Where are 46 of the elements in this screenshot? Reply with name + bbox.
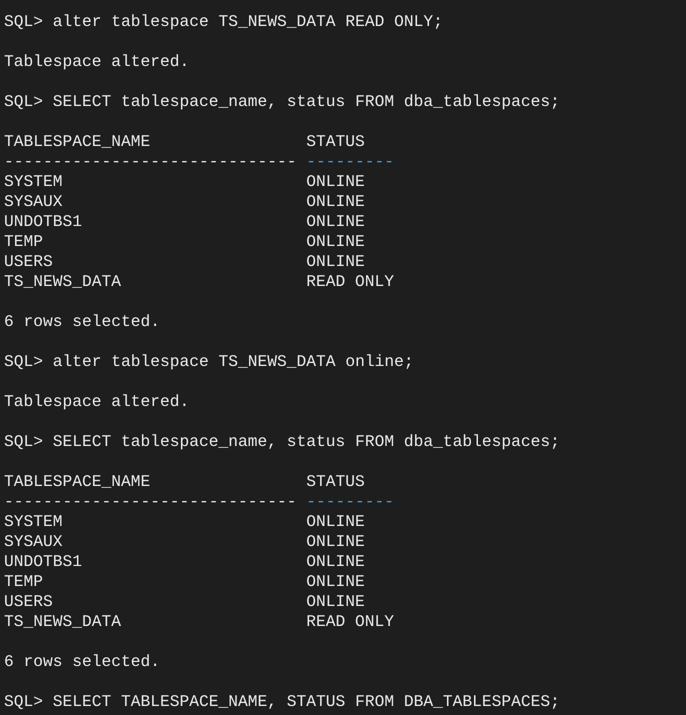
table-cell: TEMP — [4, 572, 44, 592]
ruler-line: ------------------------------ — [4, 492, 297, 512]
table-cell: USERS — [4, 252, 53, 272]
sql-prompt: SQL> — [4, 12, 44, 32]
table-cell: SYSTEM — [4, 512, 63, 532]
table-cell: ONLINE — [306, 212, 365, 232]
table-cell: READ ONLY — [306, 612, 394, 632]
ruler-line: --------- — [306, 152, 394, 172]
table-cell: SYSAUX — [4, 532, 63, 552]
command-line: SELECT tablespace_name, status FROM dba_tablespaces; — [52, 92, 560, 112]
table-cell: SYSAUX — [4, 192, 63, 212]
command-line: SELECT TABLESPACE_NAME, STATUS FROM DBA_TABLESPACES; — [52, 692, 560, 712]
output-line: Tablespace altered. — [4, 52, 190, 72]
table-cell: ONLINE — [306, 192, 365, 212]
table-cell: UNDOTBS1 — [4, 212, 82, 232]
column-header: TABLESPACE_NAME — [4, 472, 150, 492]
command-line: alter tablespace TS_NEWS_DATA online; — [52, 352, 414, 372]
output-line: Tablespace altered. — [4, 392, 190, 412]
column-header: STATUS — [306, 472, 365, 492]
table-cell: USERS — [4, 592, 53, 612]
command-line: alter tablespace TS_NEWS_DATA READ ONLY; — [52, 12, 443, 32]
table-cell: ONLINE — [306, 552, 365, 572]
output-line: 6 rows selected. — [4, 312, 160, 332]
table-cell: ONLINE — [306, 252, 365, 272]
table-cell: TEMP — [4, 232, 44, 252]
ruler-line: ------------------------------ — [4, 152, 297, 172]
table-cell: READ ONLY — [306, 272, 394, 292]
table-cell: ONLINE — [306, 172, 365, 192]
table-cell: ONLINE — [306, 532, 365, 552]
column-header: STATUS — [306, 132, 365, 152]
sql-prompt: SQL> — [4, 352, 44, 372]
table-cell: TS_NEWS_DATA — [4, 612, 122, 632]
table-cell: SYSTEM — [4, 172, 63, 192]
column-header: TABLESPACE_NAME — [4, 132, 150, 152]
output-line: 6 rows selected. — [4, 652, 160, 672]
sql-prompt: SQL> — [4, 692, 44, 712]
table-cell: ONLINE — [306, 512, 365, 532]
table-cell: ONLINE — [306, 592, 365, 612]
command-line: SELECT tablespace_name, status FROM dba_tablespaces; — [52, 432, 560, 452]
table-cell: UNDOTBS1 — [4, 552, 82, 572]
ruler-line: --------- — [306, 492, 394, 512]
sql-prompt: SQL> — [4, 432, 44, 452]
table-cell: TS_NEWS_DATA — [4, 272, 122, 292]
sql-prompt: SQL> — [4, 92, 44, 112]
table-cell: ONLINE — [306, 572, 365, 592]
table-cell: ONLINE — [306, 232, 365, 252]
